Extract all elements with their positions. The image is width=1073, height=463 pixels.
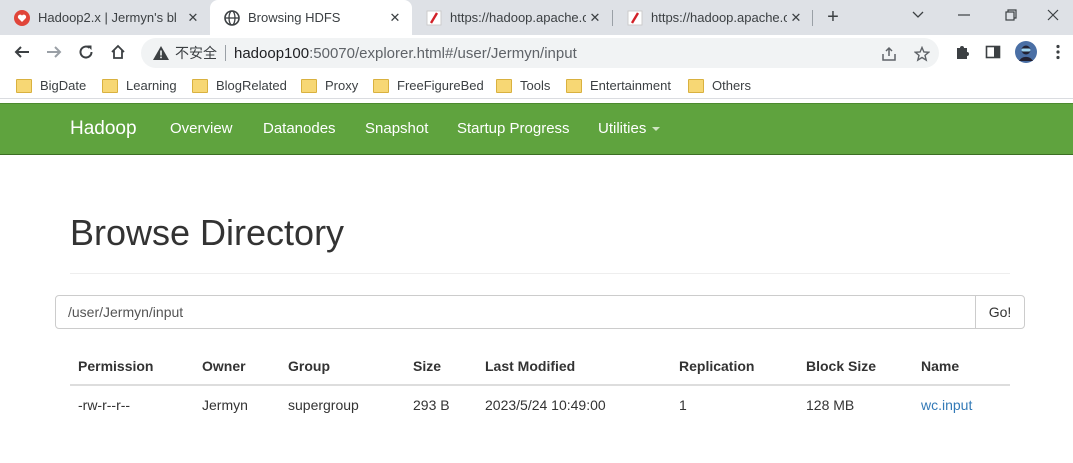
url-text[interactable]: hadoop100:50070/explorer.html#/user/Jerm…: [234, 45, 577, 62]
column-header-permission[interactable]: Permission: [78, 358, 153, 374]
cell-size: 293 B: [413, 397, 450, 413]
directory-path-input[interactable]: /user/Jermyn/input: [55, 295, 976, 329]
menu-kebab-icon[interactable]: [1044, 38, 1072, 66]
profile-avatar[interactable]: [1012, 38, 1040, 66]
table-row: -rw-r--r-- Jermyn supergroup 293 B 2023/…: [70, 387, 1010, 425]
caret-down-icon: [652, 127, 661, 132]
column-header-owner[interactable]: Owner: [202, 358, 246, 374]
folder-icon: [192, 79, 208, 93]
tab-title: https://hadoop.apache.o: [450, 10, 586, 25]
navbar-brand[interactable]: Hadoop: [70, 118, 137, 140]
cell-owner: Jermyn: [202, 397, 248, 413]
folder-icon: [301, 79, 317, 93]
bookmark-label: Learning: [126, 77, 177, 93]
close-window-button[interactable]: [1030, 0, 1073, 30]
side-panel-icon[interactable]: [979, 38, 1007, 66]
nav-overview[interactable]: Overview: [170, 120, 233, 137]
reload-button[interactable]: [72, 38, 100, 66]
go-button[interactable]: Go!: [975, 295, 1025, 329]
new-tab-button[interactable]: +: [821, 5, 845, 29]
bookmark-star-icon[interactable]: [913, 45, 931, 63]
bookmark-label: FreeFigureBed: [397, 77, 484, 93]
bookmark-folder[interactable]: Others: [688, 75, 751, 95]
column-header-replication[interactable]: Replication: [679, 358, 754, 374]
nav-startup-progress[interactable]: Startup Progress: [457, 120, 570, 137]
security-status-label[interactable]: 不安全: [175, 43, 217, 63]
nav-datanodes[interactable]: Datanodes: [263, 120, 336, 137]
bookmark-folder[interactable]: BlogRelated: [192, 75, 287, 95]
tab-divider: [812, 10, 813, 26]
tab-hadoop-apache-2[interactable]: https://hadoop.apache.o ✕: [613, 0, 813, 35]
cell-group: supergroup: [288, 397, 359, 413]
folder-icon: [688, 79, 704, 93]
folder-icon: [373, 79, 389, 93]
folder-icon: [496, 79, 512, 93]
apache-feather-icon: [426, 10, 442, 26]
bookmark-folder[interactable]: Proxy: [301, 75, 358, 95]
close-icon[interactable]: ✕: [787, 9, 805, 27]
bookmark-label: Entertainment: [590, 77, 671, 93]
cell-permission: -rw-r--r--: [78, 397, 131, 413]
url-host: hadoop100: [234, 44, 310, 62]
cell-replication: 1: [679, 397, 687, 413]
file-name-link[interactable]: wc.input: [921, 397, 972, 413]
bookmark-label: Proxy: [325, 77, 359, 93]
bookmark-folder[interactable]: Learning: [102, 75, 177, 95]
column-header-size[interactable]: Size: [413, 358, 441, 374]
tab-hadoop-blog[interactable]: Hadoop2.x | Jermyn's bl ✕: [0, 0, 210, 35]
share-icon[interactable]: [880, 45, 898, 63]
vivaldi-heart-icon: [14, 9, 30, 26]
folder-icon: [16, 79, 32, 93]
restore-button[interactable]: [988, 0, 1034, 30]
bookmark-folder[interactable]: FreeFigureBed: [373, 75, 484, 95]
column-header-group[interactable]: Group: [288, 358, 330, 374]
bookmark-folder[interactable]: Entertainment: [566, 75, 671, 95]
bookmarks-bar: BigDate Learning BlogRelated Proxy FreeF…: [0, 71, 1073, 99]
bookmark-label: BigDate: [40, 77, 87, 93]
cell-last-modified: 2023/5/24 10:49:00: [485, 397, 606, 413]
column-header-name[interactable]: Name: [921, 358, 959, 374]
bookmark-folder[interactable]: Tools: [496, 75, 550, 95]
bookmark-folder[interactable]: BigDate: [16, 75, 86, 95]
tab-hadoop-apache-1[interactable]: https://hadoop.apache.o ✕: [412, 0, 612, 35]
folder-icon: [102, 79, 118, 93]
browser-toolbar: 不安全 hadoop100:50070/explorer.html#/user/…: [0, 35, 1073, 71]
nav-utilities-label: Utilities: [598, 120, 647, 137]
tab-title: Hadoop2.x | Jermyn's bl: [38, 10, 177, 25]
nav-utilities-dropdown[interactable]: Utilities: [598, 120, 661, 137]
nav-snapshot[interactable]: Snapshot: [365, 120, 428, 137]
tab-search-chevron-icon[interactable]: [895, 0, 941, 30]
minimize-button[interactable]: [941, 0, 987, 30]
address-bar[interactable]: 不安全 hadoop100:50070/explorer.html#/user/…: [141, 38, 939, 68]
home-button[interactable]: [104, 38, 132, 66]
page-title: Browse Directory: [70, 212, 345, 253]
forward-button[interactable]: [40, 38, 68, 66]
close-icon[interactable]: ✕: [586, 9, 604, 27]
title-divider: [70, 273, 1010, 274]
url-path: :50070/explorer.html#/user/Jermyn/input: [309, 44, 577, 62]
tab-title: https://hadoop.apache.o: [651, 10, 787, 25]
column-header-block-size[interactable]: Block Size: [806, 358, 876, 374]
bookmark-label: BlogRelated: [216, 77, 287, 93]
close-icon[interactable]: ✕: [184, 9, 202, 27]
apache-feather-icon: [627, 10, 643, 26]
cell-block-size: 128 MB: [806, 397, 855, 413]
extensions-puzzle-icon[interactable]: [948, 38, 976, 66]
table-header: Permission Owner Group Size Last Modifie…: [70, 348, 1010, 386]
tab-strip: Hadoop2.x | Jermyn's bl ✕ Browsing HDFS …: [0, 0, 1073, 35]
hadoop-navbar: Hadoop Overview Datanodes Snapshot Start…: [0, 103, 1073, 155]
column-header-last-modified[interactable]: Last Modified: [485, 358, 575, 374]
globe-icon: [224, 9, 240, 26]
warning-triangle-icon[interactable]: [153, 45, 169, 61]
folder-icon: [566, 79, 582, 93]
back-button[interactable]: [8, 38, 36, 66]
close-icon[interactable]: ✕: [386, 9, 404, 27]
bookmark-label: Others: [712, 77, 752, 93]
omnibox-divider: [225, 45, 226, 61]
bookmark-label: Tools: [520, 77, 551, 93]
tab-browsing-hdfs[interactable]: Browsing HDFS ✕: [210, 0, 412, 35]
tab-title: Browsing HDFS: [248, 10, 341, 25]
